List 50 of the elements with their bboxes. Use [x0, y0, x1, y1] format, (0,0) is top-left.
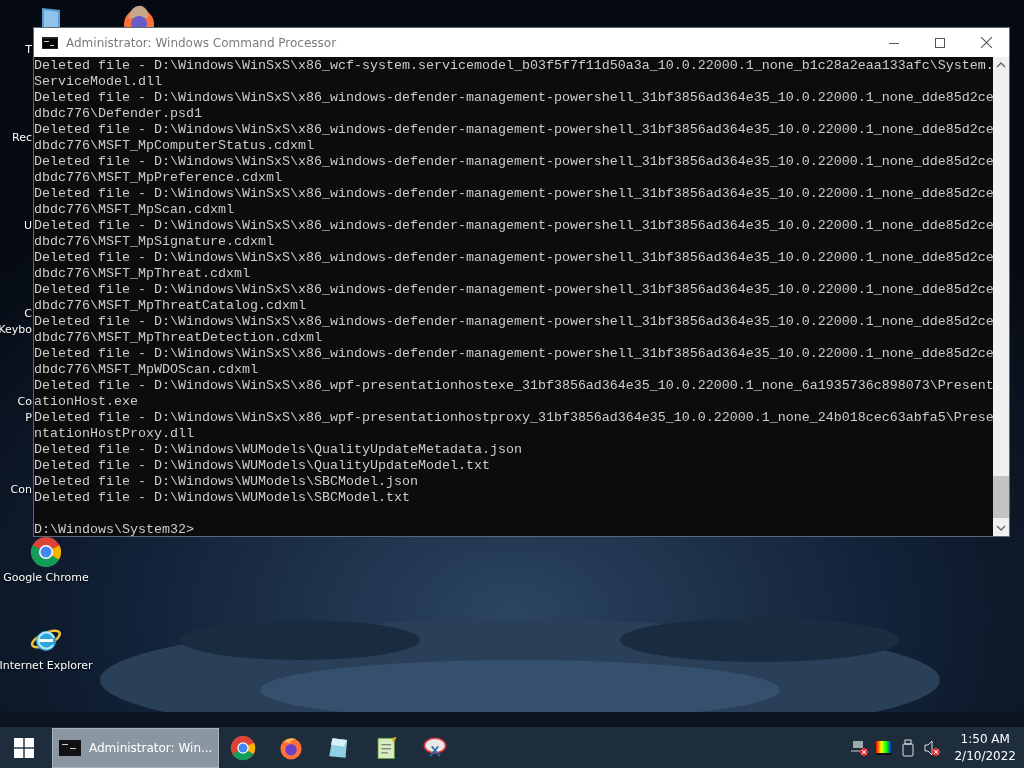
console-line: Deleted file - D:\Windows\WinSxS\x86_windows-defender-management-powershell_31bf3856ad364e35_10.0.22000.1_none_dde85d2ce [34, 218, 993, 234]
console-line: Deleted file - D:\Windows\WinSxS\x86_windows-defender-management-powershell_31bf3856ad364e35_10.0.22000.1_none_dde85d2ce [34, 346, 993, 362]
console-line: Deleted file - D:\Windows\WinSxS\x86_windows-defender-management-powershell_31bf3856ad364e35_10.0.22000.1_none_dde85d2ce [34, 122, 993, 138]
scrollbar[interactable] [993, 57, 1009, 536]
desktop-icon-label[interactable]: Google Chrome [3, 570, 89, 586]
console-line: dbdc776\MSFT_MpThreatCatalog.cdxml [34, 298, 306, 314]
console-line: Deleted file - D:\Windows\WinSxS\x86_windows-defender-management-powershell_31bf3856ad364e35_10.0.22000.1_none_dde85d2ce [34, 250, 993, 266]
console-line: Deleted file - D:\Windows\WUModels\SBCModel.json [34, 474, 418, 490]
windows-logo-icon [14, 737, 34, 758]
monitor-icon[interactable] [40, 8, 62, 28]
console-line: Deleted file - D:\Windows\WUModels\QualityUpdateModel.txt [34, 458, 490, 474]
console-icon [42, 36, 58, 49]
console-line: Deleted file - D:\Windows\WinSxS\x86_windows-defender-management-powershell_31bf3856ad364e35_10.0.22000.1_none_dde85d2ce [34, 186, 993, 202]
console-line: Deleted file - D:\Windows\WinSxS\x86_windows-defender-management-powershell_31bf3856ad364e35_10.0.22000.1_none_dde85d2ce [34, 90, 993, 106]
desktop-icon-label[interactable]: C [24, 306, 32, 322]
desktop-icon-label[interactable]: U [23, 218, 32, 234]
console-line: dbdc776\MSFT_MpWDOScan.cdxml [34, 362, 258, 378]
console-line: ationHost.exe [34, 394, 138, 410]
console-line: Deleted file - D:\Windows\WinSxS\x86_windows-defender-management-powershell_31bf3856ad364e35_10.0.22000.1_none_dde85d2ce [34, 154, 993, 170]
console-line: ServiceModel.dll [34, 74, 162, 90]
scroll-thumb[interactable] [993, 476, 1009, 518]
console-line: Deleted file - D:\Windows\WinSxS\x86_wpf-presentationhostproxy_31bf3856ad364e35_10.0.22000.1_none_24b018cec63abfa5\Prese [34, 410, 993, 426]
console-line: ntationHostProxy.dll [34, 426, 194, 442]
console-line: dbdc776\MSFT_MpComputerStatus.cdxml [34, 138, 314, 154]
desktop-icon-label[interactable]: Internet Explorer [0, 658, 93, 674]
console-line: dbdc776\MSFT_MpSignature.cdxml [34, 234, 274, 250]
desktop-icon-label[interactable]: Rec [12, 130, 32, 146]
desktop-icon-label[interactable]: P [25, 410, 32, 426]
console-line: Deleted file - D:\Windows\WinSxS\x86_wcf-system.servicemodel_b03f5f7f11d50a3a_10.0.22000.1_none_b1c28a2eaa133afc\System. [34, 58, 993, 74]
clock[interactable]: 1:50 AM 2/10/2022 [944, 730, 1024, 765]
console-line: Deleted file - D:\Windows\WinSxS\x86_windows-defender-management-powershell_31bf3856ad364e35_10.0.22000.1_none_dde85d2ce [34, 314, 993, 330]
desktop-icon-label[interactable]: Keybo [0, 322, 32, 338]
chrome-icon [30, 536, 62, 568]
console-line: dbdc776\MSFT_MpScan.cdxml [34, 202, 234, 218]
console-line: Deleted file - D:\Windows\WUModels\QualityUpdateMetadata.json [34, 442, 522, 458]
console-line: Deleted file - D:\Windows\WUModels\SBCModel.txt [34, 490, 410, 506]
desktop-icon-label[interactable]: T [25, 42, 32, 58]
desktop-icon-label[interactable]: Co [17, 394, 32, 410]
console-line: Deleted file - D:\Windows\WinSxS\x86_wpf-presentationhostexe_31bf3856ad364e35_10.0.22000.1_none_6a1935736c898073\Present [34, 378, 993, 394]
console-icon [59, 739, 81, 756]
close-icon [980, 37, 992, 48]
console-line: dbdc776\Defender.psd1 [34, 106, 202, 122]
window-title: Administrator: Windows Command Processor [66, 35, 338, 50]
maximize-icon [935, 37, 945, 48]
console-line: dbdc776\MSFT_MpThreatDetection.cdxml [34, 330, 322, 346]
console-line: Deleted file - D:\Windows\WinSxS\x86_windows-defender-management-powershell_31bf3856ad364e35_10.0.22000.1_none_dde85d2ce [34, 282, 993, 298]
console-line: dbdc776\MSFT_MpPreference.cdxml [34, 170, 282, 186]
console-line: dbdc776\MSFT_MpThreat.cdxml [34, 266, 250, 282]
desktop-icon-label[interactable]: Con [10, 482, 32, 498]
command-prompt[interactable]: D:\Windows\System32> [34, 522, 194, 536]
